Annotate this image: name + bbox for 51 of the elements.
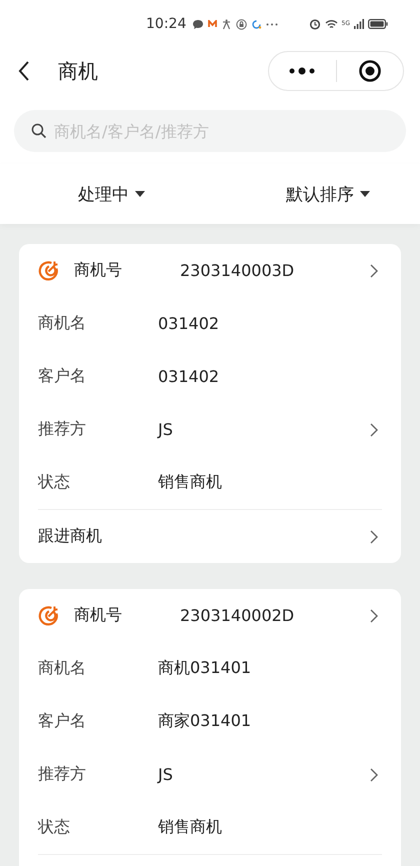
field-value: 销售商机	[158, 817, 223, 838]
opportunity-number: 2303140002D	[180, 606, 296, 625]
field-label: 状态	[38, 817, 71, 838]
chevron-right-icon[interactable]	[370, 422, 378, 436]
target-icon	[38, 604, 60, 626]
app-icon	[208, 20, 218, 28]
wifi-icon	[324, 18, 338, 30]
chevron-right-icon[interactable]	[370, 530, 378, 544]
opportunity-card[interactable]: 商机号 2303140002D 商机名 商机031401 客户名 商家031401 推荐方 JS 状态 销售商机	[19, 589, 401, 866]
field-label: 客户名	[38, 366, 87, 387]
battery-icon	[368, 19, 388, 29]
field-label: 商机名	[38, 658, 87, 679]
chevron-right-icon[interactable]	[370, 608, 378, 622]
alarm-icon	[308, 18, 321, 30]
sync-icon	[251, 18, 262, 30]
more-dots-icon	[288, 67, 316, 75]
field-value: 031402	[158, 367, 220, 386]
lock-icon	[236, 18, 248, 30]
target-icon	[38, 260, 60, 282]
follow-up-link[interactable]: 跟进商机	[38, 526, 370, 547]
field-label: 客户名	[38, 711, 87, 732]
field-label: 推荐方	[38, 764, 87, 785]
field-value: 商家031401	[158, 711, 252, 732]
chevron-right-icon[interactable]	[370, 768, 378, 782]
signal-icon	[354, 19, 364, 29]
back-button[interactable]	[18, 60, 30, 82]
field-label: 推荐方	[38, 419, 87, 440]
field-value: JS	[158, 420, 174, 439]
field-label: 商机号	[74, 605, 123, 626]
more-notifications-icon	[266, 22, 278, 26]
field-label: 商机名	[38, 313, 87, 334]
field-label: 商机号	[74, 260, 123, 281]
target-circle-icon	[358, 59, 382, 83]
field-value: 商机031401	[158, 658, 252, 679]
back-icon	[18, 60, 30, 82]
chat-icon	[192, 18, 204, 30]
field-label: 状态	[38, 472, 71, 493]
field-value: 031402	[158, 314, 220, 333]
page-title: 商机	[58, 58, 99, 84]
field-value: JS	[158, 765, 174, 784]
caret-icon	[135, 191, 145, 197]
caret-icon	[360, 191, 370, 197]
opportunity-number: 2303140003D	[180, 261, 296, 280]
filter-dropdown[interactable]: 处理中	[78, 178, 145, 210]
field-value: 销售商机	[158, 472, 223, 493]
status-time: 10:24	[146, 16, 186, 32]
search-icon	[31, 123, 47, 139]
filter-dropdown[interactable]: 默认排序	[286, 178, 370, 210]
opportunity-card[interactable]: 商机号 2303140003D 商机名 031402 客户名 031402 推荐方 JS 状态 销售商机 跟进商机	[19, 244, 401, 563]
chevron-right-icon[interactable]	[370, 264, 378, 278]
accessibility-icon	[221, 18, 232, 30]
